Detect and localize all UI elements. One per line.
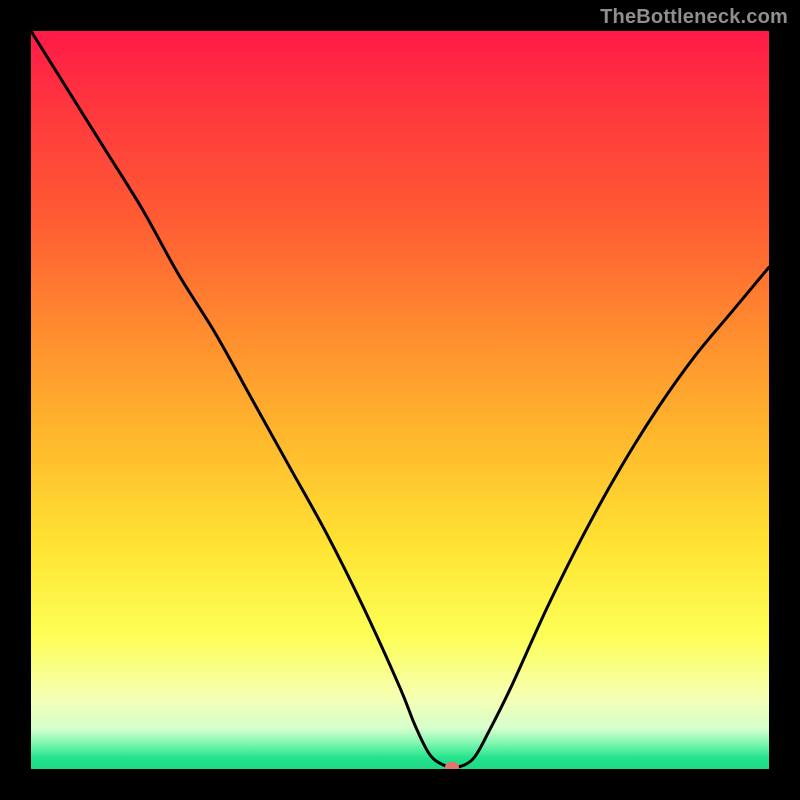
bottleneck-curve: [31, 31, 769, 769]
watermark-text: TheBottleneck.com: [600, 6, 788, 29]
chart-frame: { "watermark": "TheBottleneck.com", "col…: [0, 0, 800, 800]
plot-area: [31, 31, 769, 769]
optimal-point-marker: [445, 762, 459, 769]
